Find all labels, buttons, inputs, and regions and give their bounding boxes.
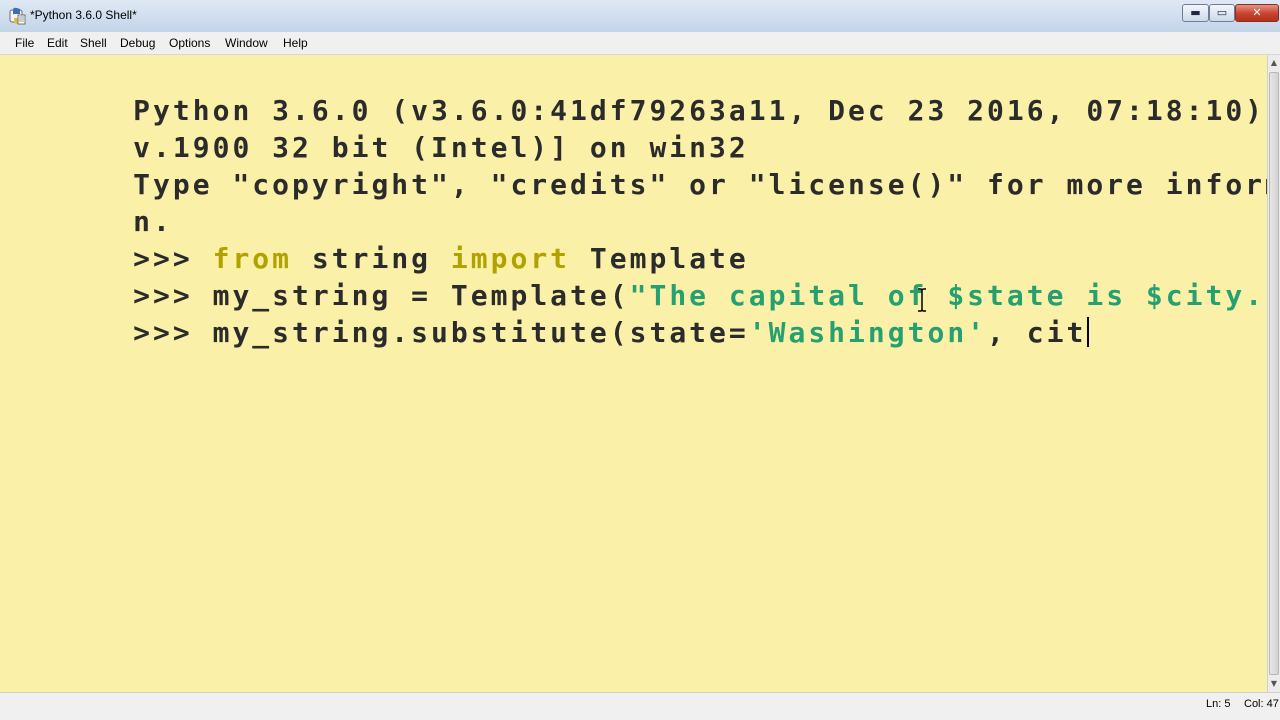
string-token: 'Washington' <box>748 316 988 349</box>
menu-bar: File Edit Shell Debug Options Window Hel… <box>0 32 1280 55</box>
menu-window[interactable]: Window <box>225 35 268 51</box>
shell-input-line[interactable]: >>> my_string.substitute(state='Washingt… <box>14 277 1090 388</box>
scroll-thumb[interactable] <box>1269 72 1279 675</box>
title-bar[interactable]: *Python 3.6.0 Shell* ▬ ▭ ✕ <box>0 0 1280 33</box>
status-bar: Ln: 5 Col: 47 <box>0 692 1280 720</box>
status-line-number: Ln: 5 <box>1206 698 1231 710</box>
menu-debug[interactable]: Debug <box>120 35 155 51</box>
menu-shell[interactable]: Shell <box>80 35 107 51</box>
code-text: Type "copyright", "credits" or "license(… <box>133 168 1267 201</box>
vertical-scrollbar[interactable]: ▲ ▼ <box>1267 55 1280 692</box>
status-column-number: Col: 47 <box>1244 698 1279 710</box>
menu-help[interactable]: Help <box>283 35 308 51</box>
code-text: my_string.substitute(state= <box>212 316 749 349</box>
text-ibeam-cursor-icon <box>918 288 926 312</box>
menu-options[interactable]: Options <box>169 35 210 51</box>
maximize-button[interactable]: ▭ <box>1209 4 1235 22</box>
window-title: *Python 3.6.0 Shell* <box>30 8 137 22</box>
menu-file[interactable]: File <box>15 35 34 51</box>
minimize-button[interactable]: ▬ <box>1182 4 1209 22</box>
close-button[interactable]: ✕ <box>1235 4 1279 22</box>
shell-prompt: >>> <box>133 316 213 349</box>
scroll-up-arrow-icon[interactable]: ▲ <box>1268 55 1280 71</box>
shell-text-area[interactable]: Python 3.6.0 (v3.6.0:41df79263a11, Dec 2… <box>0 55 1267 692</box>
scroll-down-arrow-icon[interactable]: ▼ <box>1268 676 1280 692</box>
idle-shell-window: *Python 3.6.0 Shell* ▬ ▭ ✕ File Edit She… <box>0 0 1280 720</box>
menu-edit[interactable]: Edit <box>47 35 68 51</box>
python-idle-icon <box>9 7 26 25</box>
code-text: , cit <box>987 316 1087 349</box>
text-caret <box>1087 317 1090 347</box>
